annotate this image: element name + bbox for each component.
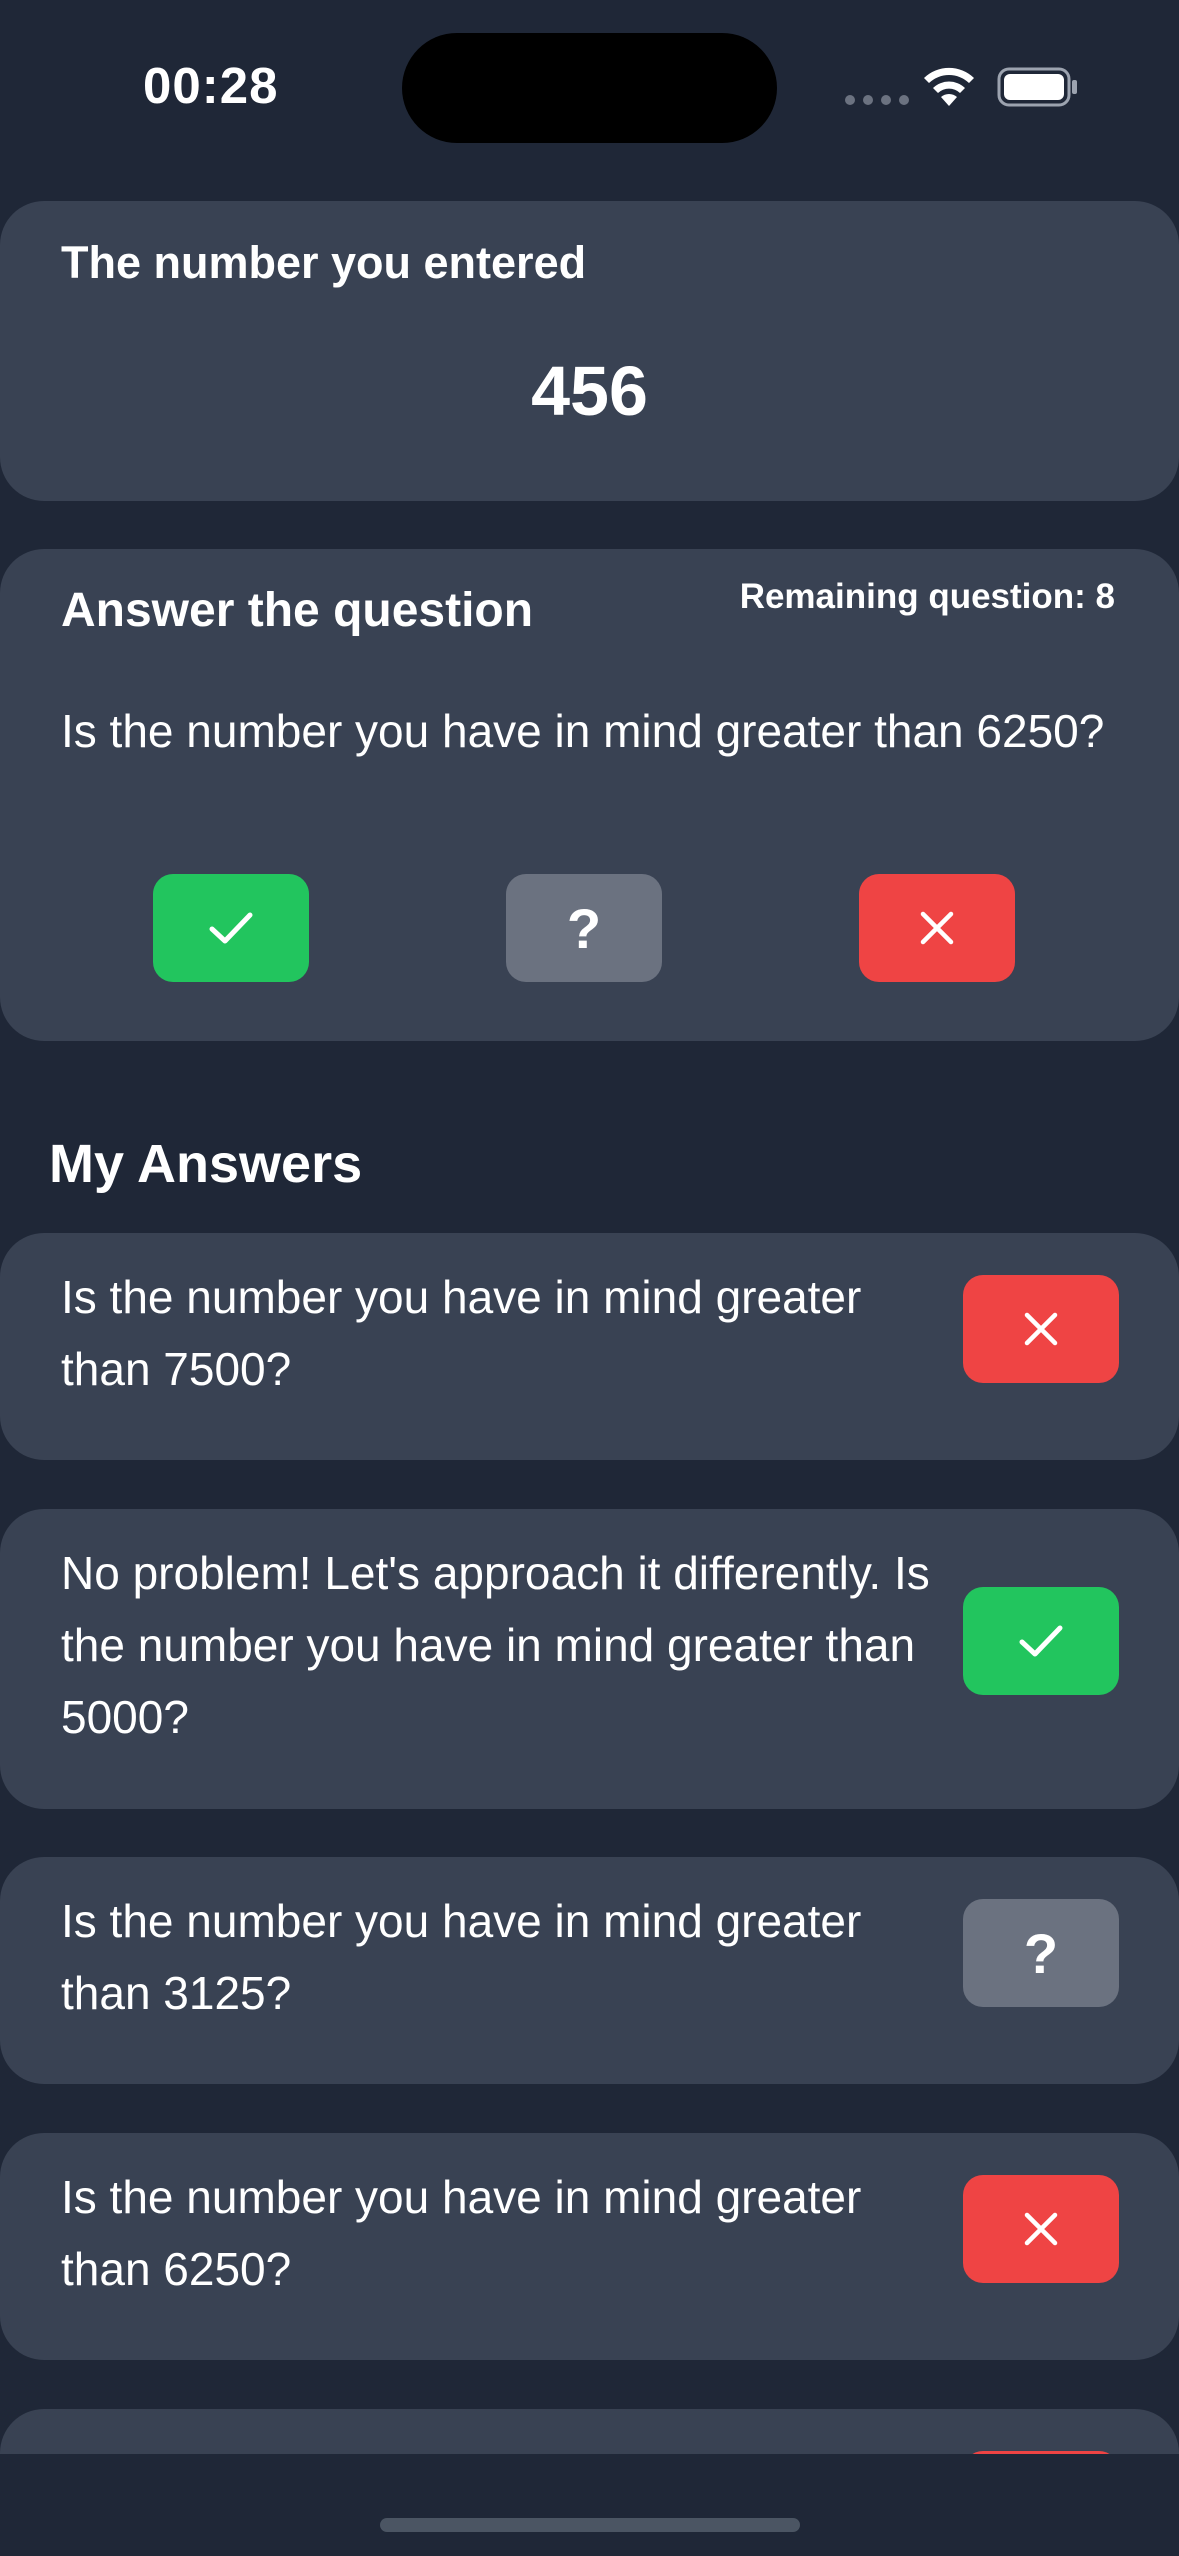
- wifi-icon: [924, 67, 974, 106]
- battery-icon: [997, 67, 1077, 107]
- question-card-title: Answer the question: [61, 584, 534, 637]
- my-answers-title: My Answers: [49, 1134, 363, 1194]
- x-icon: [920, 911, 954, 945]
- question-mark-label: ?: [1023, 1921, 1059, 1985]
- current-question-text: Is the number you have in mind greater t…: [61, 705, 1105, 757]
- check-icon: [1019, 1625, 1063, 1657]
- screen: 00:28 The number you entered 456 Answer …: [0, 0, 1179, 2556]
- answer-history-question: No problem! Let's approach it differentl…: [61, 1547, 930, 1743]
- answer-no-badge: [963, 2175, 1119, 2283]
- entered-number-title: The number you entered: [61, 237, 587, 288]
- status-time: 00:28: [143, 57, 279, 114]
- remaining-questions-label: Remaining question: 8: [739, 577, 1115, 616]
- answer-history-item: Is the number you have in mind greater t…: [0, 1233, 1179, 1460]
- answer-no-button[interactable]: [859, 874, 1015, 982]
- question-mark-label: ?: [566, 896, 602, 960]
- answer-yes-button[interactable]: [153, 874, 309, 982]
- answer-history-item: Is the number you have in mind greater t…: [0, 1857, 1179, 2084]
- dynamic-island: [402, 33, 777, 143]
- answer-yes-badge: [963, 1587, 1119, 1695]
- check-icon: [209, 912, 253, 944]
- question-card: Answer the question Remaining question: …: [0, 549, 1179, 1041]
- answer-history-question: Is the number you have in mind greater t…: [61, 1271, 862, 1395]
- answer-history-item: No problem! Let's approach it differentl…: [0, 1509, 1179, 1809]
- answer-unknown-badge: ?: [963, 1899, 1119, 2007]
- answer-no-badge: [963, 1275, 1119, 1383]
- entered-number-card: The number you entered 456: [0, 201, 1179, 501]
- answer-history-question: Is the number you have in mind greater t…: [61, 1895, 862, 2019]
- home-indicator[interactable]: [380, 2518, 800, 2532]
- x-icon: [1024, 1312, 1058, 1346]
- answer-unknown-button[interactable]: ?: [506, 874, 662, 982]
- bottom-safe-area: [0, 2454, 1179, 2556]
- answer-history-question: Is the number you have in mind greater t…: [61, 2171, 862, 2295]
- x-icon: [1024, 2212, 1058, 2246]
- entered-number-value: 456: [531, 352, 648, 430]
- cellular-signal-icon: [845, 95, 909, 105]
- answer-history-item: Is the number you have in mind greater t…: [0, 2133, 1179, 2360]
